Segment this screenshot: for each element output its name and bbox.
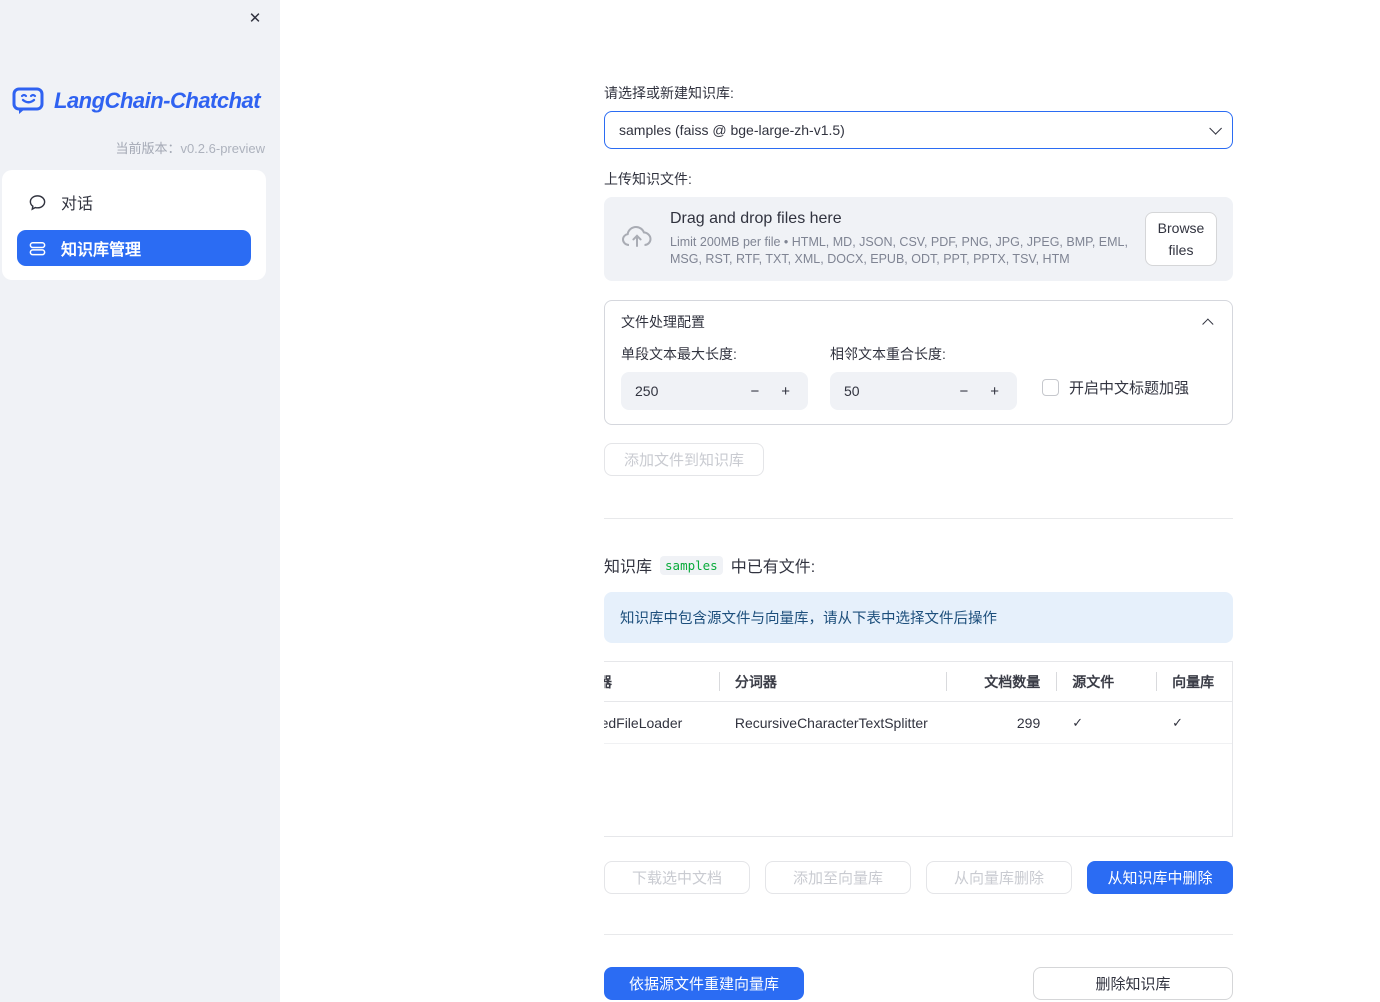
dropzone-text: Drag and drop files here Limit 200MB per…: [670, 210, 1129, 268]
sidebar-menu: 对话 知识库管理: [2, 170, 266, 280]
table-header-vector-store: 向量库: [1156, 662, 1232, 701]
table-row[interactable]: UnstructuredFileLoader RecursiveCharacte…: [604, 702, 1232, 744]
add-files-to-kb-button[interactable]: 添加文件到知识库: [604, 443, 765, 476]
browse-files-button[interactable]: Browse files: [1145, 212, 1217, 266]
chevron-down-icon: [1209, 121, 1222, 135]
chunk-size-field: 单段文本最大长度: 250 − +: [621, 344, 808, 410]
cell-docs-count: 299: [1016, 714, 1041, 731]
kb-admin-row: 依据源文件重建向量库 删除知识库: [604, 967, 1233, 1000]
app-logo: LangChain-Chatchat: [12, 86, 268, 116]
divider: [604, 934, 1233, 935]
sidebar-item-label: 对话: [61, 196, 94, 213]
check-icon: ✓: [1072, 714, 1084, 730]
rebuild-vector-store-button[interactable]: 依据源文件重建向量库: [604, 967, 804, 1000]
kb-heading-suffix: 中已有文件:: [730, 559, 816, 576]
cell-vector-store: ✓: [1156, 702, 1232, 743]
overlap-size-value: 50: [844, 383, 860, 399]
table-header-source-file: 源文件: [1056, 662, 1156, 701]
cell-source-file: ✓: [1056, 702, 1156, 743]
delete-from-vector-store-button[interactable]: 从向量库删除: [926, 861, 1072, 894]
info-banner: 知识库中包含源文件与向量库，请从下表中选择文件后操作: [604, 592, 1233, 643]
chatchat-logo-icon: [12, 86, 46, 116]
dropzone-limit: Limit 200MB per file • HTML, MD, JSON, C…: [670, 235, 1128, 266]
expander-header[interactable]: 文件处理配置: [605, 301, 1232, 336]
main-panel: 请选择或新建知识库: samples (faiss @ bge-large-zh…: [280, 0, 1380, 1002]
expander-body: 单段文本最大长度: 250 − + 相邻文本重合长度: 50 − + 开启中文标…: [605, 336, 1232, 424]
delete-kb-button[interactable]: 删除知识库: [1033, 967, 1233, 1000]
overlap-size-field: 相邻文本重合长度: 50 − +: [830, 344, 1017, 410]
check-icon: ✓: [1172, 714, 1183, 730]
plus-stepper-icon[interactable]: +: [986, 383, 1003, 400]
minus-stepper-icon[interactable]: −: [955, 383, 972, 400]
file-actions-row: 下载选中文档 添加至向量库 从向量库删除 从知识库中删除: [604, 861, 1233, 894]
version-info: 当前版本：v0.2.6-preview: [115, 138, 265, 157]
table-header-row: 文档加载器 分词器 文档数量 源文件 向量库: [604, 662, 1232, 702]
chevron-up-icon: [1202, 318, 1214, 330]
add-to-vector-store-button[interactable]: 添加至向量库: [765, 861, 911, 894]
download-selected-button[interactable]: 下载选中文档: [604, 861, 750, 894]
file-dropzone[interactable]: Drag and drop files here Limit 200MB per…: [604, 197, 1233, 281]
kb-files-table: 文档加载器 分词器 文档数量 源文件 向量库 UnstructuredFileL…: [604, 661, 1233, 837]
delete-from-kb-button[interactable]: 从知识库中删除: [1087, 861, 1233, 894]
chunk-size-input[interactable]: 250 − +: [621, 372, 808, 410]
chunk-size-label: 单段文本最大长度:: [621, 346, 737, 362]
expander-title: 文件处理配置: [621, 314, 705, 330]
kb-select-label: 请选择或新建知识库:: [604, 85, 734, 101]
sidebar-item-label: 知识库管理: [61, 242, 142, 259]
kb-name-code: samples: [660, 555, 723, 575]
table-header-docs-count: 文档数量: [946, 662, 1056, 701]
kb-heading-prefix: 知识库: [604, 559, 653, 576]
table-header-loader: 文档加载器: [604, 673, 612, 690]
sidebar-item-knowledge-base[interactable]: 知识库管理: [17, 230, 251, 266]
minus-stepper-icon[interactable]: −: [746, 383, 763, 400]
upload-label: 上传知识文件:: [604, 171, 692, 187]
plus-stepper-icon[interactable]: +: [777, 383, 794, 400]
overlap-size-input[interactable]: 50 − +: [830, 372, 1017, 410]
divider: [604, 518, 1233, 519]
file-config-expander: 文件处理配置 单段文本最大长度: 250 − + 相邻文本重合长度: 50 − …: [604, 300, 1233, 425]
chunk-size-value: 250: [635, 383, 659, 399]
table-empty-area: [604, 744, 1232, 836]
overlap-size-label: 相邻文本重合长度:: [830, 346, 946, 362]
version-value: v0.2.6-preview: [180, 141, 265, 156]
dropzone-title: Drag and drop files here: [670, 210, 842, 228]
zh-title-enhance-label: 开启中文标题加强: [1069, 380, 1190, 397]
upload-cloud-icon: [620, 222, 654, 257]
kb-files-heading: 知识库 samples 中已有文件:: [604, 553, 1233, 577]
cell-splitter: RecursiveCharacterTextSplitter: [734, 714, 928, 731]
collection-icon: [27, 238, 47, 258]
kb-selectbox-value: samples (faiss @ bge-large-zh-v1.5): [619, 122, 845, 138]
checkbox-unchecked-icon[interactable]: [1042, 379, 1059, 396]
zh-title-enhance-checkbox-row[interactable]: 开启中文标题加强: [1042, 377, 1189, 398]
app-title: LangChain-Chatchat: [54, 88, 261, 113]
sidebar-item-dialogue[interactable]: 对话: [17, 184, 251, 220]
cell-loader: UnstructuredFileLoader: [604, 714, 683, 731]
version-label: 当前版本：: [115, 141, 181, 156]
close-sidebar-icon[interactable]: ✕: [244, 8, 266, 30]
sidebar: ✕ LangChain-Chatchat 当前版本：v0.2.6-preview…: [0, 0, 280, 1002]
chat-bubble-icon: [27, 192, 47, 212]
table-header-splitter: 分词器: [718, 662, 947, 701]
kb-selectbox[interactable]: samples (faiss @ bge-large-zh-v1.5): [604, 111, 1233, 149]
